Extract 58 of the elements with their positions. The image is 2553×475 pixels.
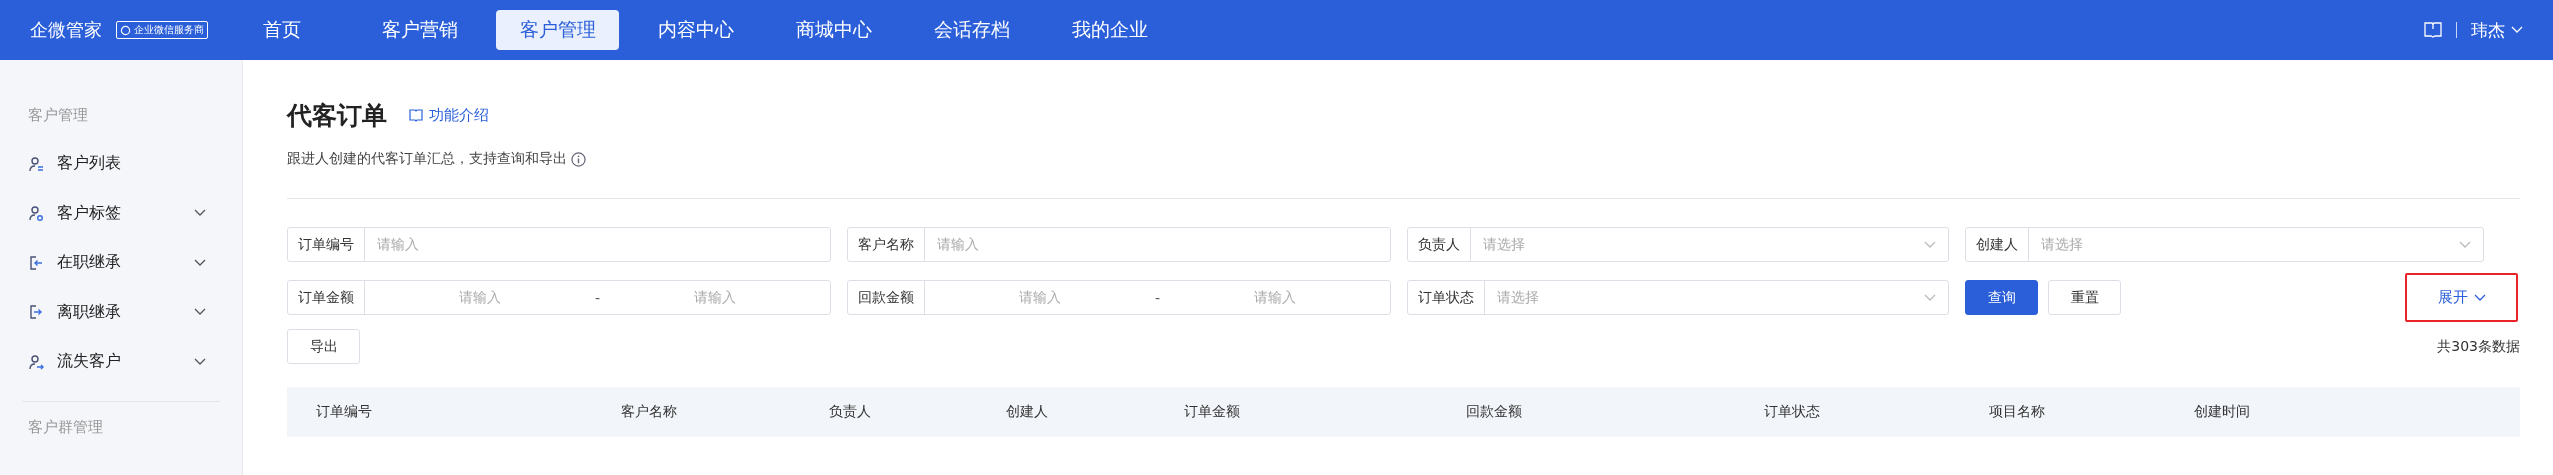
chevron-down-icon bbox=[194, 209, 206, 218]
chevron-down-icon bbox=[2459, 240, 2471, 249]
door-exit-icon bbox=[28, 304, 44, 321]
column-header: 客户名称 bbox=[621, 403, 677, 421]
select-field[interactable]: 订单状态 请选择 bbox=[1407, 280, 1949, 315]
expand-toggle[interactable]: 展开 bbox=[2405, 273, 2518, 322]
nav-tab[interactable]: 商城中心 bbox=[772, 10, 895, 50]
sidebar-section-title: 客户管理 bbox=[27, 106, 89, 125]
range-field[interactable]: 回款金额 请输入 - 请输入 bbox=[847, 280, 1391, 315]
sidebar-item[interactable]: 在职继承 bbox=[0, 238, 242, 288]
nav-tab[interactable]: 我的企业 bbox=[1048, 10, 1171, 50]
column-header: 回款金额 bbox=[1466, 403, 1522, 421]
input-field[interactable]: 客户名称 请输入 bbox=[847, 227, 1391, 262]
chevron-down-icon bbox=[194, 308, 206, 317]
chevron-down-icon bbox=[2511, 26, 2523, 34]
sidebar-item[interactable]: 客户标签 bbox=[0, 188, 242, 238]
reset-button[interactable]: 重置 bbox=[2048, 280, 2121, 315]
chevron-down-icon bbox=[1924, 240, 1936, 249]
chevron-down-icon bbox=[1924, 293, 1936, 302]
range-field[interactable]: 订单金额 请输入 - 请输入 bbox=[287, 280, 831, 315]
badge-text: 企业微信服务商 bbox=[134, 23, 204, 37]
chevron-down-icon bbox=[2473, 293, 2486, 302]
column-header: 创建人 bbox=[1006, 403, 1048, 421]
sidebar-item[interactable]: 流失客户 bbox=[0, 337, 242, 387]
page-description: 跟进人创建的代客订单汇总，支持查询和导出 bbox=[287, 150, 567, 168]
input-field[interactable]: 订单编号 请输入 bbox=[287, 227, 831, 262]
book-icon[interactable] bbox=[2424, 22, 2442, 38]
user-menu[interactable]: 玮杰 bbox=[2471, 18, 2523, 42]
nav-tab[interactable]: 内容中心 bbox=[634, 10, 757, 50]
door-enter-icon bbox=[28, 254, 44, 271]
nav-tab[interactable]: 客户管理 bbox=[496, 10, 619, 50]
total-count: 共303条数据 bbox=[2437, 337, 2520, 356]
nav-tab[interactable]: 首页 bbox=[220, 10, 343, 50]
select-field[interactable]: 负责人 请选择 bbox=[1407, 227, 1949, 262]
info-icon[interactable] bbox=[571, 151, 586, 167]
column-header: 订单编号 bbox=[316, 403, 372, 421]
column-header: 订单金额 bbox=[1184, 403, 1240, 421]
search-button[interactable]: 查询 bbox=[1965, 280, 2038, 315]
column-header: 订单状态 bbox=[1764, 403, 1820, 421]
nav-tab[interactable]: 客户营销 bbox=[358, 10, 481, 50]
column-header: 创建时间 bbox=[2194, 403, 2250, 421]
chevron-down-icon bbox=[194, 357, 206, 366]
user-list-icon bbox=[28, 155, 44, 172]
help-link[interactable]: 功能介绍 bbox=[409, 106, 489, 125]
user-arrow-icon bbox=[28, 353, 44, 370]
column-header: 项目名称 bbox=[1989, 403, 2045, 421]
sidebar-section-title: 客户群管理 bbox=[27, 417, 104, 437]
sidebar-item[interactable]: 离职继承 bbox=[0, 287, 242, 337]
page-title: 代客订单 bbox=[287, 100, 387, 132]
column-header: 负责人 bbox=[829, 403, 871, 421]
select-field[interactable]: 创建人 请选择 bbox=[1965, 227, 2484, 262]
sidebar-item[interactable]: 客户列表 bbox=[0, 139, 242, 189]
nav-tab[interactable]: 会话存档 bbox=[910, 10, 1033, 50]
chevron-down-icon bbox=[194, 258, 206, 267]
user-tag-icon bbox=[28, 205, 44, 222]
book-icon bbox=[409, 109, 423, 122]
export-button[interactable]: 导出 bbox=[287, 329, 360, 364]
brand-name: 企微管家 bbox=[30, 18, 102, 42]
